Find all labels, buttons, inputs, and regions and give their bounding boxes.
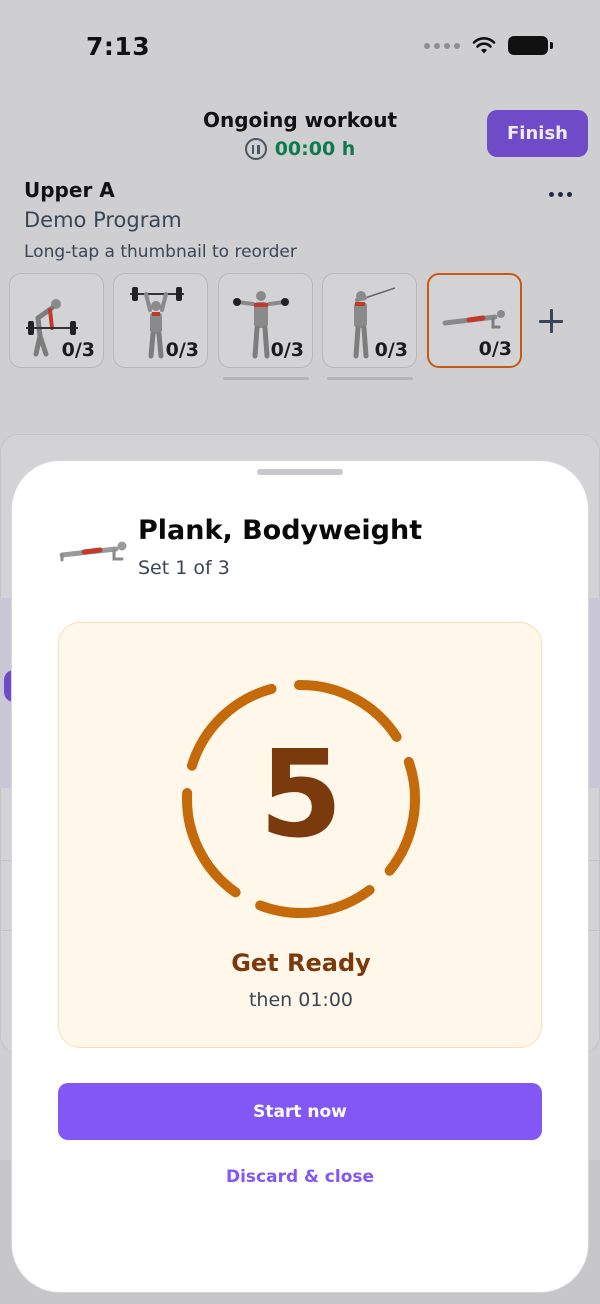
exercise-thumbnail[interactable]: 0/3	[218, 273, 313, 368]
plank-figure-icon	[59, 541, 127, 562]
status-icons	[424, 36, 553, 55]
set-count: 0/3	[478, 338, 512, 360]
countdown-sheet: Plank, Bodyweight Set 1 of 3 5 Get Ready…	[12, 461, 588, 1292]
program-info: Upper A Demo Program Long-tap a thumbnai…	[24, 178, 584, 262]
battery-icon	[508, 36, 553, 55]
workout-header: Ongoing workout 00:00 h Finish	[0, 106, 600, 166]
countdown-ring-segment	[255, 885, 375, 918]
exercise-thumbnail[interactable]: 0/3	[322, 273, 417, 368]
sheet-grabber[interactable]	[257, 469, 343, 475]
next-duration-label: then 01:00	[248, 989, 354, 1011]
scroll-indicator	[223, 377, 309, 380]
exercise-title: Plank, Bodyweight	[138, 515, 423, 546]
plank-figure-icon	[442, 310, 505, 329]
start-now-button[interactable]: Start now	[58, 1083, 542, 1140]
set-count: 0/3	[165, 339, 199, 361]
set-count: 0/3	[374, 339, 408, 361]
finish-button[interactable]: Finish	[487, 110, 588, 157]
add-exercise-icon[interactable]	[537, 307, 567, 337]
discard-close-button[interactable]: Discard & close	[58, 1167, 542, 1187]
workout-name: Upper A	[24, 178, 115, 202]
program-name: Demo Program	[24, 208, 182, 232]
elapsed-time: 00:00 h	[274, 138, 356, 160]
status-bar: 7:13	[0, 0, 600, 96]
set-label: Set 1 of 3	[138, 557, 230, 579]
status-time: 7:13	[86, 32, 151, 61]
countdown-number: 5	[259, 726, 343, 865]
countdown-card: 5 Get Ready then 01:00	[58, 622, 542, 1048]
scroll-indicator	[327, 377, 413, 380]
set-count: 0/3	[270, 339, 304, 361]
get-ready-label: Get Ready	[231, 949, 371, 977]
exercise-header: Plank, Bodyweight Set 1 of 3	[58, 515, 538, 585]
pause-icon[interactable]	[244, 138, 267, 160]
exercise-thumbnail[interactable]: 0/3	[113, 273, 208, 368]
cellular-dots-icon	[424, 42, 460, 49]
wifi-icon	[472, 36, 496, 53]
exercise-thumbnail-row: 0/3 0/3 0/3 0/3 0/3	[9, 273, 599, 388]
reorder-hint: Long-tap a thumbnail to reorder	[24, 242, 297, 262]
exercise-thumbnail[interactable]: 0/3	[9, 273, 104, 368]
set-count: 0/3	[61, 339, 95, 361]
exercise-thumbnail-active[interactable]: 0/3	[427, 273, 522, 368]
more-options-icon[interactable]	[549, 192, 572, 197]
